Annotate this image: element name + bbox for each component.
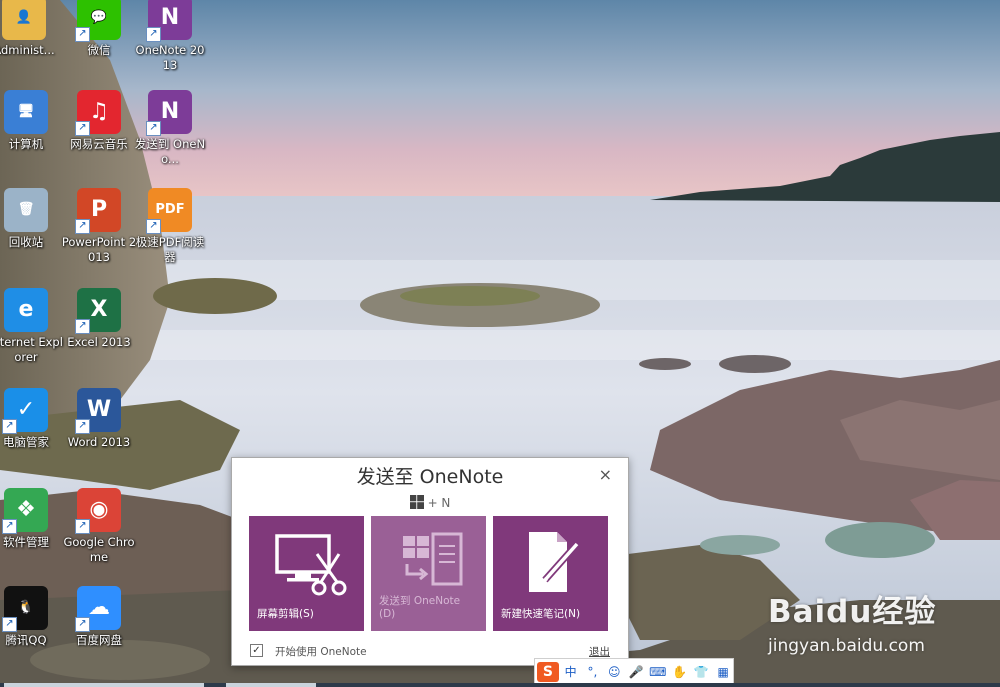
shortcut-arrow-icon: ↗ <box>75 219 90 234</box>
screen-clip-button[interactable]: 屏幕剪辑(S) <box>249 516 364 631</box>
send-to-onenote-label: 发送到 OneNote (D) <box>379 595 461 620</box>
shortcut-arrow-icon: ↗ <box>146 219 161 234</box>
shortcut-arrow-icon: ↗ <box>2 519 17 534</box>
taskbar-button[interactable] <box>4 683 204 687</box>
ime-emoji-icon[interactable]: ☺ <box>604 661 624 682</box>
ime-keyboard-icon[interactable]: ⌨ <box>648 661 668 682</box>
user-folder-icon: 👤 <box>2 0 46 40</box>
shortcut-arrow-icon: ↗ <box>75 121 90 136</box>
screen-clip-label: 屏幕剪辑(S) <box>257 608 314 620</box>
desktop-icon-admin[interactable]: 👤 Administ... <box>0 0 62 58</box>
desktop-icon-pdf[interactable]: PDF ↗ 极速PDF阅读器 <box>132 188 208 265</box>
sogou-logo-icon[interactable]: S <box>537 661 559 682</box>
wechat-icon: 💬 ↗ <box>75 0 121 42</box>
shortcut-arrow-icon: ↗ <box>75 27 90 42</box>
shortcut-arrow-icon: ↗ <box>146 27 161 42</box>
excel-icon: X ↗ <box>75 288 121 334</box>
pdf-reader-icon: PDF ↗ <box>146 188 192 234</box>
desktop-icon-ppt[interactable]: P ↗ PowerPoint 2013 <box>61 188 137 265</box>
ime-language-toggle[interactable]: 中 <box>561 661 581 682</box>
quick-note-icon <box>529 532 580 592</box>
dialog-footer: ✓ 开始使用 OneNote 退出 <box>250 643 610 659</box>
taskbar-button[interactable] <box>226 683 316 687</box>
send-to-onenote-button[interactable]: 发送到 OneNote (D) <box>371 516 486 631</box>
desktop-icon-excel[interactable]: X ↗ Excel 2013 <box>61 288 137 350</box>
ime-voice-icon[interactable]: 🎤 <box>626 661 646 682</box>
ime-handwriting-icon[interactable]: ✋ <box>670 661 690 682</box>
shortcut-arrow-icon: ↗ <box>75 617 90 632</box>
chrome-icon: ◉ ↗ <box>75 488 121 534</box>
shortcut-arrow-icon: ↗ <box>75 519 90 534</box>
baidu-netdisk-icon: ☁ ↗ <box>75 586 121 632</box>
desktop-icon-label: 发送到 OneNo... <box>134 137 206 166</box>
desktop-icon-label: PowerPoint 2013 <box>61 235 137 264</box>
desktop-icon-softmgr[interactable]: ❖ ↗ 软件管理 <box>0 488 64 550</box>
powerpoint-icon: P ↗ <box>75 188 121 234</box>
exit-link[interactable]: 退出 <box>589 644 610 659</box>
new-quick-note-label: 新建快速笔记(N) <box>501 608 581 620</box>
hotkey-text: + N <box>427 496 451 510</box>
shortcut-arrow-icon: ↗ <box>146 121 161 136</box>
desktop-icon-label: 百度网盘 <box>76 633 122 647</box>
computer-icon: 🖥 <box>4 90 48 134</box>
desktop-icon-label: OneNote 2013 <box>135 43 205 72</box>
start-onenote-label: 开始使用 OneNote <box>275 646 367 658</box>
desktop-icon-ie[interactable]: e Internet Explorer <box>0 288 64 365</box>
software-manager-icon: ❖ ↗ <box>2 488 48 534</box>
netease-music-icon: ♫ ↗ <box>75 90 121 136</box>
pc-manager-icon: ✓ ↗ <box>2 388 48 434</box>
send-to-onenote-icon <box>403 532 463 586</box>
shortcut-arrow-icon: ↗ <box>2 419 17 434</box>
desktop-icon-wechat[interactable]: 💬 ↗ 微信 <box>61 0 137 58</box>
internet-explorer-icon: e <box>4 288 48 332</box>
desktop-icon-label: 极速PDF阅读器 <box>135 235 205 264</box>
desktop-icon-qq[interactable]: 🐧 ↗ 腾讯QQ <box>0 586 64 648</box>
qq-icon: 🐧 ↗ <box>2 586 48 632</box>
desktop-icon-onenote[interactable]: N ↗ OneNote 2013 <box>132 0 208 73</box>
shortcut-arrow-icon: ↗ <box>75 419 90 434</box>
desktop-icon-label: Excel 2013 <box>67 335 131 349</box>
desktop-icon-label: 电脑管家 <box>3 435 49 449</box>
desktop-icon-label: Google Chrome <box>63 535 135 564</box>
onenote-icon: N ↗ <box>146 0 192 42</box>
ime-punctuation-toggle[interactable]: °, <box>583 661 603 682</box>
recycle-bin-icon: 🗑 <box>4 188 48 232</box>
desktop-icon-netease[interactable]: ♫ ↗ 网易云音乐 <box>61 90 137 152</box>
desktop-icon-recycle[interactable]: 🗑 回收站 <box>0 188 64 250</box>
hotkey-hint: + N <box>232 495 628 510</box>
desktop-icon-label: Internet Explorer <box>0 335 63 364</box>
send-to-onenote-dialog: 发送至 OneNote × + N 屏幕剪辑(S) 发送到 OneNote (D… <box>231 457 629 666</box>
shortcut-arrow-icon: ↗ <box>75 319 90 334</box>
dialog-title: 发送至 OneNote <box>356 466 504 488</box>
shortcut-arrow-icon: ↗ <box>2 617 17 632</box>
desktop-icon-computer[interactable]: 🖥 计算机 <box>0 90 64 152</box>
new-quick-note-button[interactable]: 新建快速笔记(N) <box>493 516 608 631</box>
close-icon[interactable]: × <box>599 467 612 483</box>
desktop-icon-baidupan[interactable]: ☁ ↗ 百度网盘 <box>61 586 137 648</box>
ime-toolbar: S 中 °, ☺ 🎤 ⌨ ✋ 👕 ▦ <box>534 658 734 685</box>
word-icon: W ↗ <box>75 388 121 434</box>
desktop-icon-sendto[interactable]: N ↗ 发送到 OneNo... <box>132 90 208 167</box>
screen-clip-icon <box>275 534 347 596</box>
desktop-icon-label: 软件管理 <box>3 535 49 549</box>
desktop-icon-label: 回收站 <box>8 235 44 249</box>
desktop-icon-label: Word 2013 <box>67 435 131 449</box>
desktop-icon-label: 网易云音乐 <box>70 137 128 151</box>
desktop-icon-chrome[interactable]: ◉ ↗ Google Chrome <box>61 488 137 565</box>
start-onenote-checkbox[interactable]: ✓ <box>250 644 263 657</box>
desktop-icon-label: Administ... <box>0 43 55 57</box>
desktop-icon-guard[interactable]: ✓ ↗ 电脑管家 <box>0 388 64 450</box>
desktop-icon-label: 微信 <box>87 43 111 57</box>
ime-toolbox-icon[interactable]: ▦ <box>713 661 733 682</box>
desktop-icon-label: 腾讯QQ <box>5 633 47 647</box>
desktop-icon-label: 计算机 <box>8 137 44 151</box>
windows-logo-icon <box>409 495 424 509</box>
ime-skin-icon[interactable]: 👕 <box>691 661 711 682</box>
send-to-onenote-icon: N ↗ <box>146 90 192 136</box>
desktop-icon-word[interactable]: W ↗ Word 2013 <box>61 388 137 450</box>
